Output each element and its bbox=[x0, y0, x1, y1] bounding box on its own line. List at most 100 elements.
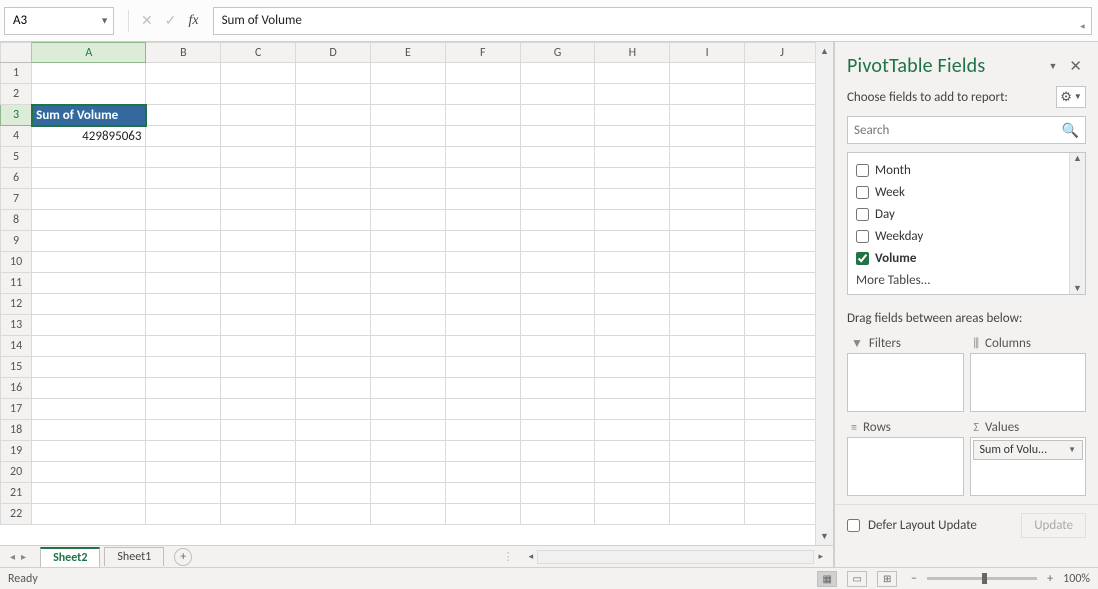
grid[interactable]: ABCDEFGHIJ 123Sum of Volume4429895063567… bbox=[0, 42, 815, 545]
cell[interactable] bbox=[296, 126, 371, 147]
cell[interactable] bbox=[520, 462, 595, 483]
col-header-F[interactable]: F bbox=[445, 43, 520, 63]
cell[interactable] bbox=[595, 357, 670, 378]
cell[interactable] bbox=[595, 210, 670, 231]
row-header-14[interactable]: 14 bbox=[1, 336, 32, 357]
cell[interactable] bbox=[221, 210, 296, 231]
cell[interactable] bbox=[370, 168, 445, 189]
cell[interactable] bbox=[296, 504, 371, 525]
cell[interactable] bbox=[146, 378, 221, 399]
cell[interactable] bbox=[445, 231, 520, 252]
cell[interactable] bbox=[745, 441, 815, 462]
cell[interactable] bbox=[670, 210, 745, 231]
cell[interactable] bbox=[146, 483, 221, 504]
cell[interactable] bbox=[296, 420, 371, 441]
cell[interactable] bbox=[520, 315, 595, 336]
cell[interactable] bbox=[32, 189, 146, 210]
cancel-icon[interactable]: ✕ bbox=[141, 12, 153, 29]
cell[interactable] bbox=[146, 420, 221, 441]
cell[interactable] bbox=[32, 483, 146, 504]
cell[interactable] bbox=[520, 504, 595, 525]
add-sheet-button[interactable]: + bbox=[174, 548, 192, 566]
row-header-1[interactable]: 1 bbox=[1, 63, 32, 84]
cell[interactable] bbox=[445, 462, 520, 483]
scroll-down-icon[interactable]: ▼ bbox=[816, 527, 833, 545]
cell[interactable] bbox=[296, 294, 371, 315]
cell[interactable] bbox=[670, 357, 745, 378]
row-header-6[interactable]: 6 bbox=[1, 168, 32, 189]
cell[interactable] bbox=[370, 126, 445, 147]
cell[interactable] bbox=[146, 462, 221, 483]
cell[interactable] bbox=[745, 378, 815, 399]
normal-view-button[interactable]: ▦ bbox=[817, 571, 837, 587]
cell[interactable] bbox=[370, 210, 445, 231]
cell[interactable] bbox=[745, 483, 815, 504]
zoom-value[interactable]: 100% bbox=[1063, 572, 1090, 586]
cell[interactable] bbox=[445, 483, 520, 504]
cell[interactable] bbox=[520, 294, 595, 315]
cell[interactable] bbox=[370, 504, 445, 525]
row-header-17[interactable]: 17 bbox=[1, 399, 32, 420]
columns-drop[interactable] bbox=[970, 353, 1087, 412]
cell[interactable] bbox=[520, 273, 595, 294]
cell[interactable] bbox=[445, 441, 520, 462]
field-list-scrollbar[interactable]: ▲ ▼ bbox=[1069, 153, 1085, 294]
cell[interactable] bbox=[520, 84, 595, 105]
col-header-E[interactable]: E bbox=[370, 43, 445, 63]
cell[interactable] bbox=[32, 63, 146, 84]
cell[interactable]: Sum of Volume bbox=[32, 105, 146, 126]
field-checkbox[interactable] bbox=[856, 164, 869, 177]
rows-area[interactable]: ≡Rows bbox=[847, 418, 964, 496]
cell[interactable] bbox=[670, 294, 745, 315]
row-header-7[interactable]: 7 bbox=[1, 189, 32, 210]
formula-input[interactable]: Sum of Volume ▾ bbox=[213, 7, 1092, 35]
cell[interactable] bbox=[32, 336, 146, 357]
cell[interactable] bbox=[370, 273, 445, 294]
cell[interactable] bbox=[520, 126, 595, 147]
row-header-11[interactable]: 11 bbox=[1, 273, 32, 294]
filters-area[interactable]: ▼Filters bbox=[847, 334, 964, 412]
cell[interactable] bbox=[520, 189, 595, 210]
cell[interactable] bbox=[745, 273, 815, 294]
cell[interactable] bbox=[296, 168, 371, 189]
cell[interactable] bbox=[221, 441, 296, 462]
row-header-16[interactable]: 16 bbox=[1, 378, 32, 399]
cell[interactable] bbox=[670, 63, 745, 84]
cell[interactable] bbox=[445, 63, 520, 84]
cell[interactable] bbox=[670, 483, 745, 504]
col-header-G[interactable]: G bbox=[520, 43, 595, 63]
row-header-18[interactable]: 18 bbox=[1, 420, 32, 441]
name-box-dropdown-icon[interactable]: ▼ bbox=[100, 15, 109, 26]
cell[interactable] bbox=[670, 273, 745, 294]
cell[interactable] bbox=[221, 357, 296, 378]
cell[interactable] bbox=[445, 189, 520, 210]
scroll-up-icon[interactable]: ▲ bbox=[816, 42, 833, 60]
row-header-9[interactable]: 9 bbox=[1, 231, 32, 252]
zoom-out-button[interactable]: − bbox=[907, 572, 921, 586]
cell[interactable] bbox=[745, 357, 815, 378]
cell[interactable] bbox=[595, 378, 670, 399]
row-header-15[interactable]: 15 bbox=[1, 357, 32, 378]
fx-icon[interactable]: fx bbox=[188, 13, 198, 29]
cell[interactable] bbox=[32, 357, 146, 378]
cell[interactable] bbox=[445, 168, 520, 189]
cell[interactable] bbox=[370, 441, 445, 462]
col-header-I[interactable]: I bbox=[670, 43, 745, 63]
cell[interactable] bbox=[221, 231, 296, 252]
cell[interactable] bbox=[670, 462, 745, 483]
cell[interactable] bbox=[445, 210, 520, 231]
row-header-3[interactable]: 3 bbox=[1, 105, 32, 126]
cell[interactable] bbox=[32, 294, 146, 315]
cell[interactable] bbox=[595, 441, 670, 462]
cell[interactable] bbox=[595, 420, 670, 441]
cell[interactable] bbox=[146, 231, 221, 252]
cell[interactable] bbox=[670, 420, 745, 441]
cell[interactable] bbox=[520, 336, 595, 357]
cell[interactable] bbox=[745, 336, 815, 357]
cell[interactable] bbox=[296, 105, 371, 126]
cell[interactable] bbox=[670, 504, 745, 525]
cell[interactable] bbox=[745, 294, 815, 315]
cell[interactable] bbox=[595, 315, 670, 336]
cell[interactable] bbox=[296, 189, 371, 210]
scroll-left-icon[interactable]: ◂ bbox=[525, 551, 538, 562]
